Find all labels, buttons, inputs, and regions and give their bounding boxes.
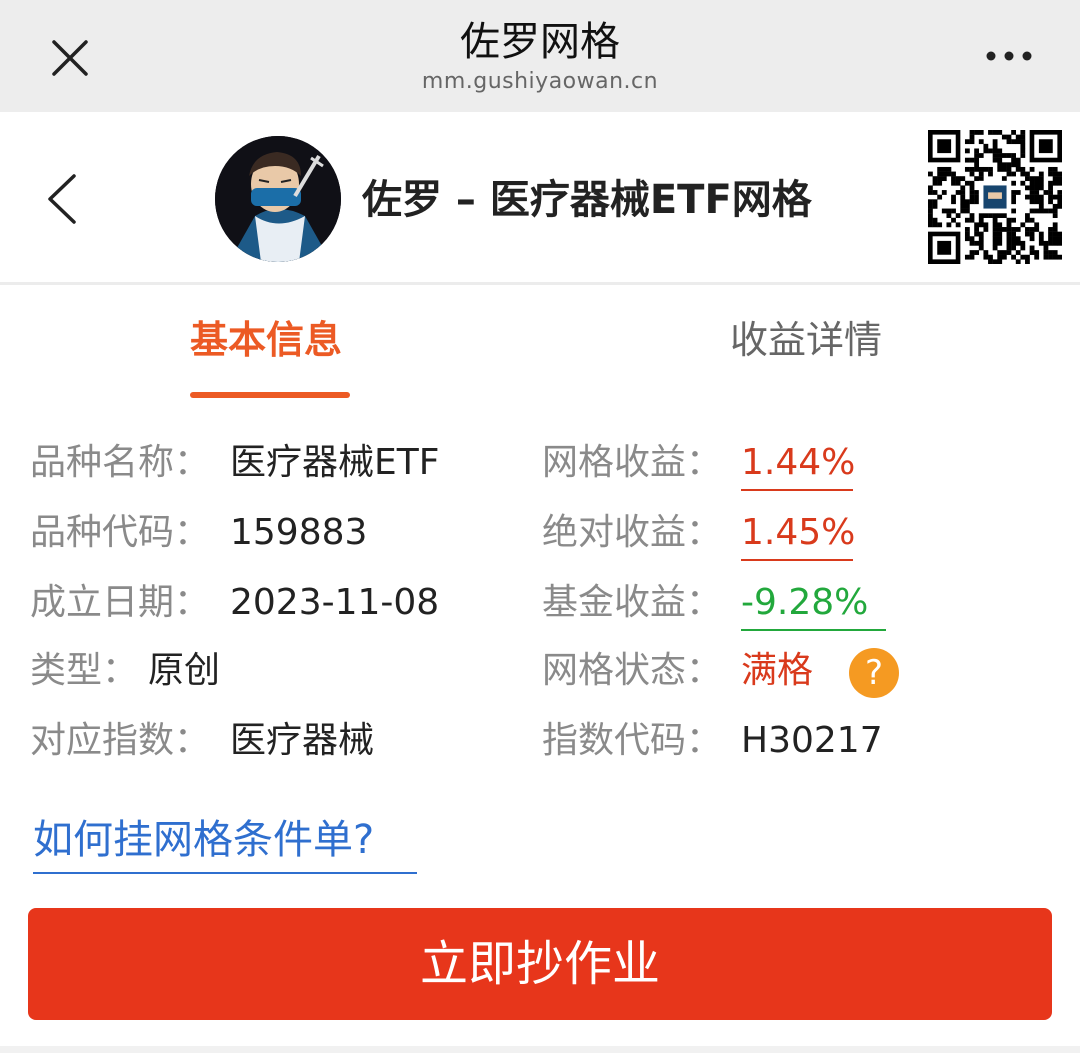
tab-profit-details[interactable]: 收益详情 <box>730 312 882 368</box>
page-title: 佐罗 – 医疗器械ETF网格 <box>362 177 812 223</box>
value-product-code: 159883 <box>230 512 368 553</box>
howto-link-underline <box>33 872 417 874</box>
label-index: 对应指数： <box>30 720 211 761</box>
value-fund-return: -9.28% <box>741 582 869 623</box>
label-grid-status: 网格状态： <box>542 650 723 691</box>
value-product-name: 医疗器械ETF <box>230 442 440 483</box>
value-index-code: H30217 <box>741 720 883 761</box>
label-absolute-return: 绝对收益： <box>542 512 723 553</box>
avatar-image <box>215 136 341 262</box>
label-fund-return: 基金收益： <box>542 582 723 623</box>
absolute-return-underline <box>741 559 853 561</box>
help-icon[interactable]: ? <box>849 648 899 698</box>
label-start-date: 成立日期： <box>30 582 211 623</box>
value-absolute-return: 1.45% <box>741 512 856 553</box>
active-tab-indicator <box>190 392 350 398</box>
qr-code <box>928 130 1063 265</box>
fund-return-underline <box>741 629 886 631</box>
label-grid-return: 网格收益： <box>542 442 723 483</box>
howto-grid-order-link[interactable]: 如何挂网格条件单? <box>33 812 374 868</box>
header-divider <box>0 282 1080 285</box>
label-product-code: 品种代码： <box>30 512 211 553</box>
value-index: 医疗器械 <box>230 720 375 761</box>
value-grid-return: 1.44% <box>741 442 856 483</box>
label-type: 类型： <box>30 650 139 691</box>
copy-homework-button[interactable]: 立即抄作业 <box>28 908 1052 1020</box>
grid-return-underline <box>741 489 853 491</box>
more-icon[interactable] <box>984 46 1034 66</box>
browser-title: 佐罗网格 <box>460 19 620 65</box>
value-type: 原创 <box>148 650 221 691</box>
back-icon[interactable] <box>44 172 80 226</box>
tab-basic-info[interactable]: 基本信息 <box>190 312 342 368</box>
label-index-code: 指数代码： <box>542 720 723 761</box>
browser-url: mm.gushiyaowan.cn <box>421 69 659 94</box>
value-grid-status: 满格 <box>741 650 814 691</box>
label-product-name: 品种名称： <box>30 442 211 483</box>
avatar <box>215 136 341 262</box>
value-start-date: 2023-11-08 <box>230 582 440 623</box>
bottom-divider <box>0 1046 1080 1053</box>
